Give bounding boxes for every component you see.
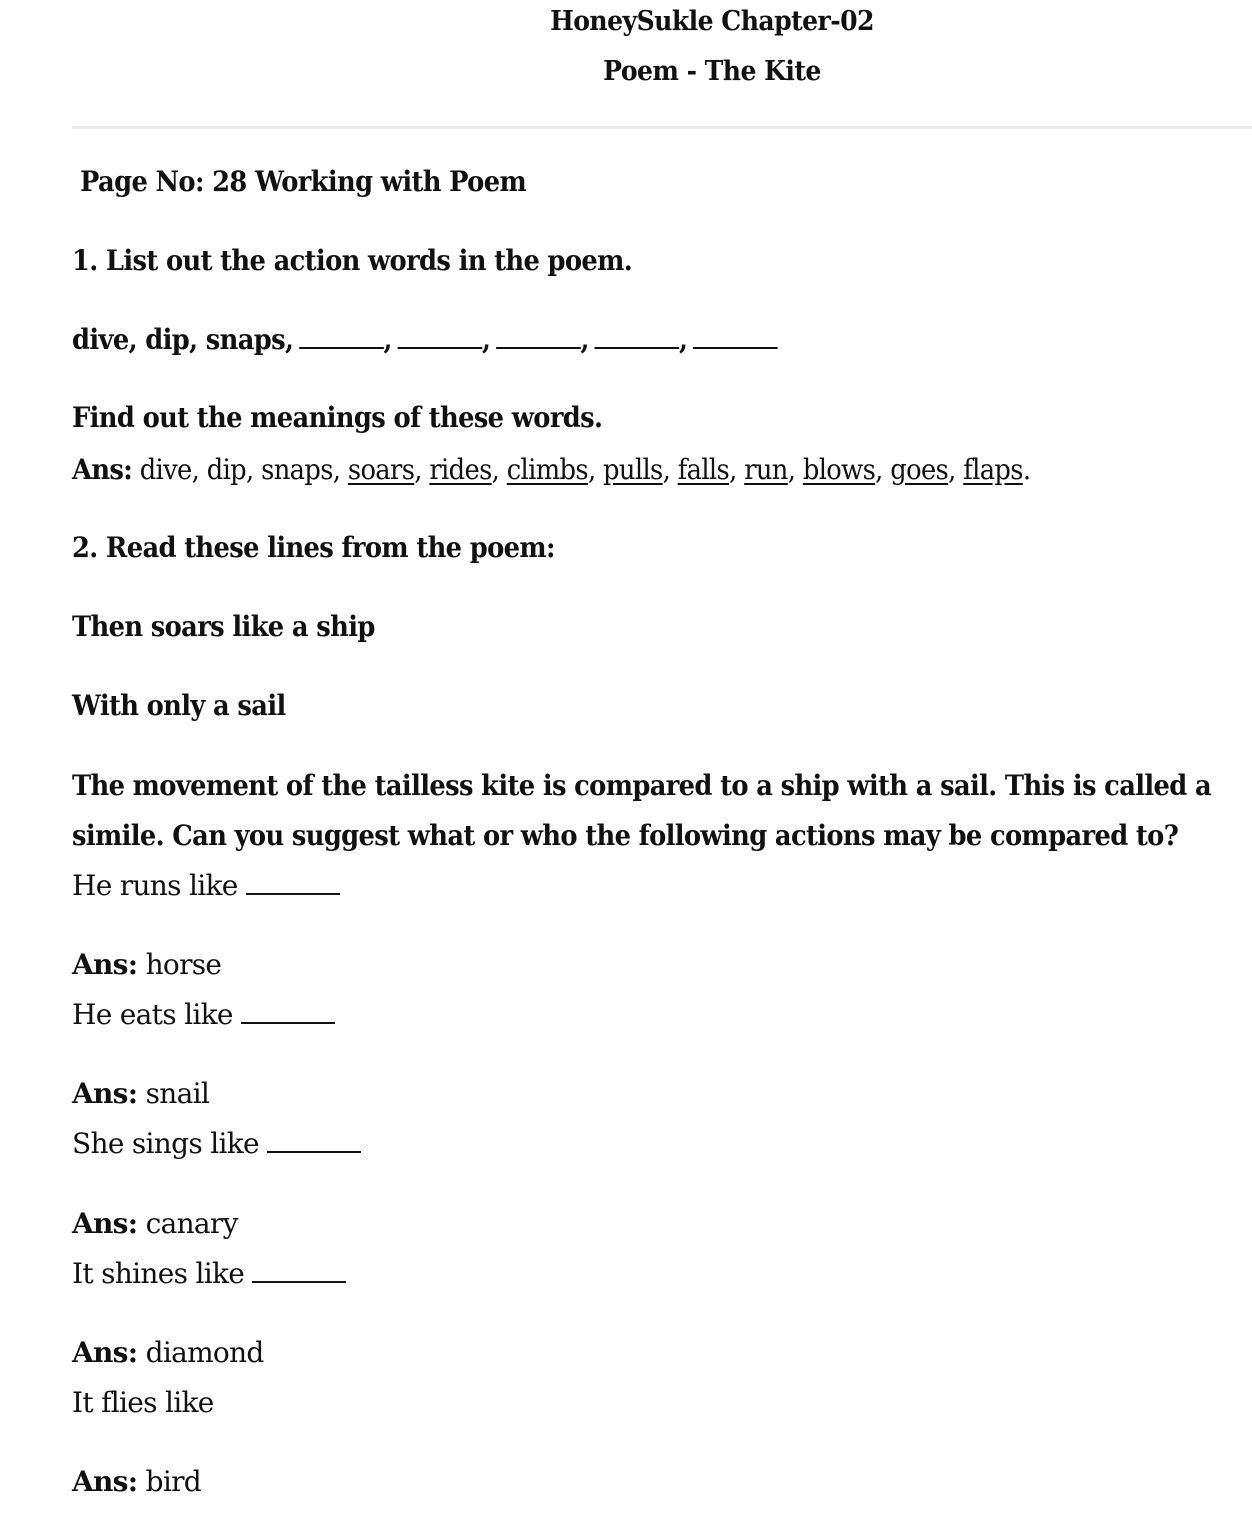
header-divider — [72, 126, 1252, 129]
document-title: HoneySukle Chapter-02 — [550, 6, 874, 37]
simile-prompt: It shines like — [72, 1257, 347, 1290]
simile-prompt: He runs like — [72, 869, 340, 902]
answer-blank — [298, 346, 384, 349]
answer-label: Ans: — [72, 1207, 138, 1240]
answer-blank — [245, 892, 340, 895]
poem-line-1: Then soars like a ship — [72, 610, 375, 643]
action-words-prompt: dive, dip, snaps,,,,, — [72, 323, 778, 356]
question-1: 1. List out the action words in the poem… — [72, 244, 633, 277]
answer-blank — [692, 346, 778, 349]
answer-text: diamond — [137, 1336, 265, 1369]
underlined-word: falls — [677, 453, 730, 486]
answer-blank — [397, 346, 482, 349]
answer-label: Ans: — [72, 948, 138, 981]
answer-label: Ans: — [72, 1077, 138, 1110]
answer-blank — [252, 1280, 347, 1283]
question-2: 2. Read these lines from the poem: — [72, 531, 556, 564]
prompt-text: He eats like — [72, 998, 233, 1031]
answer-blank — [594, 346, 679, 349]
simile-answer: Ans: snail — [72, 1077, 210, 1110]
document-page: HoneySukle Chapter-02 Poem - The Kite Pa… — [0, 0, 1252, 1536]
answer-text: snail — [137, 1077, 210, 1110]
answer-label: Ans: — [72, 453, 133, 486]
section-heading: Page No: 28 Working with Poem — [80, 165, 527, 198]
document-subtitle: Poem - The Kite — [603, 56, 821, 87]
underlined-word: flaps — [963, 453, 1023, 486]
simile-prompt: He eats like — [72, 998, 335, 1031]
answer-blank — [495, 346, 581, 349]
simile-prompt: It flies like — [72, 1386, 214, 1419]
simile-prompt: She sings like — [72, 1127, 362, 1160]
simile-answer: Ans: horse — [72, 948, 222, 981]
answer-text: horse — [137, 948, 222, 981]
simile-answer: Ans: canary — [72, 1207, 238, 1240]
underlined-word: goes — [890, 453, 949, 486]
answer-text: canary — [137, 1207, 239, 1240]
underlined-word: blows — [802, 453, 876, 486]
answer-blank — [240, 1021, 335, 1024]
explanation-line-2: simile. Can you suggest what or who the … — [72, 819, 1179, 852]
prompt-text: She sings like — [72, 1127, 260, 1160]
sub-question: Find out the meanings of these words. — [72, 401, 603, 434]
prompt-text: It flies like — [72, 1386, 214, 1419]
underlined-word: climbs — [506, 453, 589, 486]
answer-label: Ans: — [72, 1336, 138, 1369]
underlined-word: soars — [347, 453, 415, 486]
simile-answer: Ans: bird — [72, 1465, 202, 1498]
prompt-text: It shines like — [72, 1257, 245, 1290]
answer-label: Ans: — [72, 1465, 138, 1498]
underlined-word: run — [744, 453, 788, 486]
simile-answer: Ans: diamond — [72, 1336, 264, 1369]
underlined-word: pulls — [603, 453, 663, 486]
explanation-line-1: The movement of the tailless kite is com… — [72, 769, 1212, 802]
underlined-word: rides — [429, 453, 492, 486]
prompt-text: He runs like — [72, 869, 238, 902]
poem-line-2: With only a sail — [72, 689, 286, 722]
answer-blank — [267, 1150, 362, 1153]
answer-plain: dive, dip, snaps, — [132, 453, 348, 486]
answer-1: Ans: dive, dip, snaps, soars, rides, cli… — [72, 453, 1031, 486]
answer-text: bird — [137, 1465, 202, 1498]
prompt-words: dive, dip, snaps, — [72, 323, 294, 356]
underlined-words: soars, rides, climbs, pulls, falls, run,… — [347, 453, 1024, 486]
